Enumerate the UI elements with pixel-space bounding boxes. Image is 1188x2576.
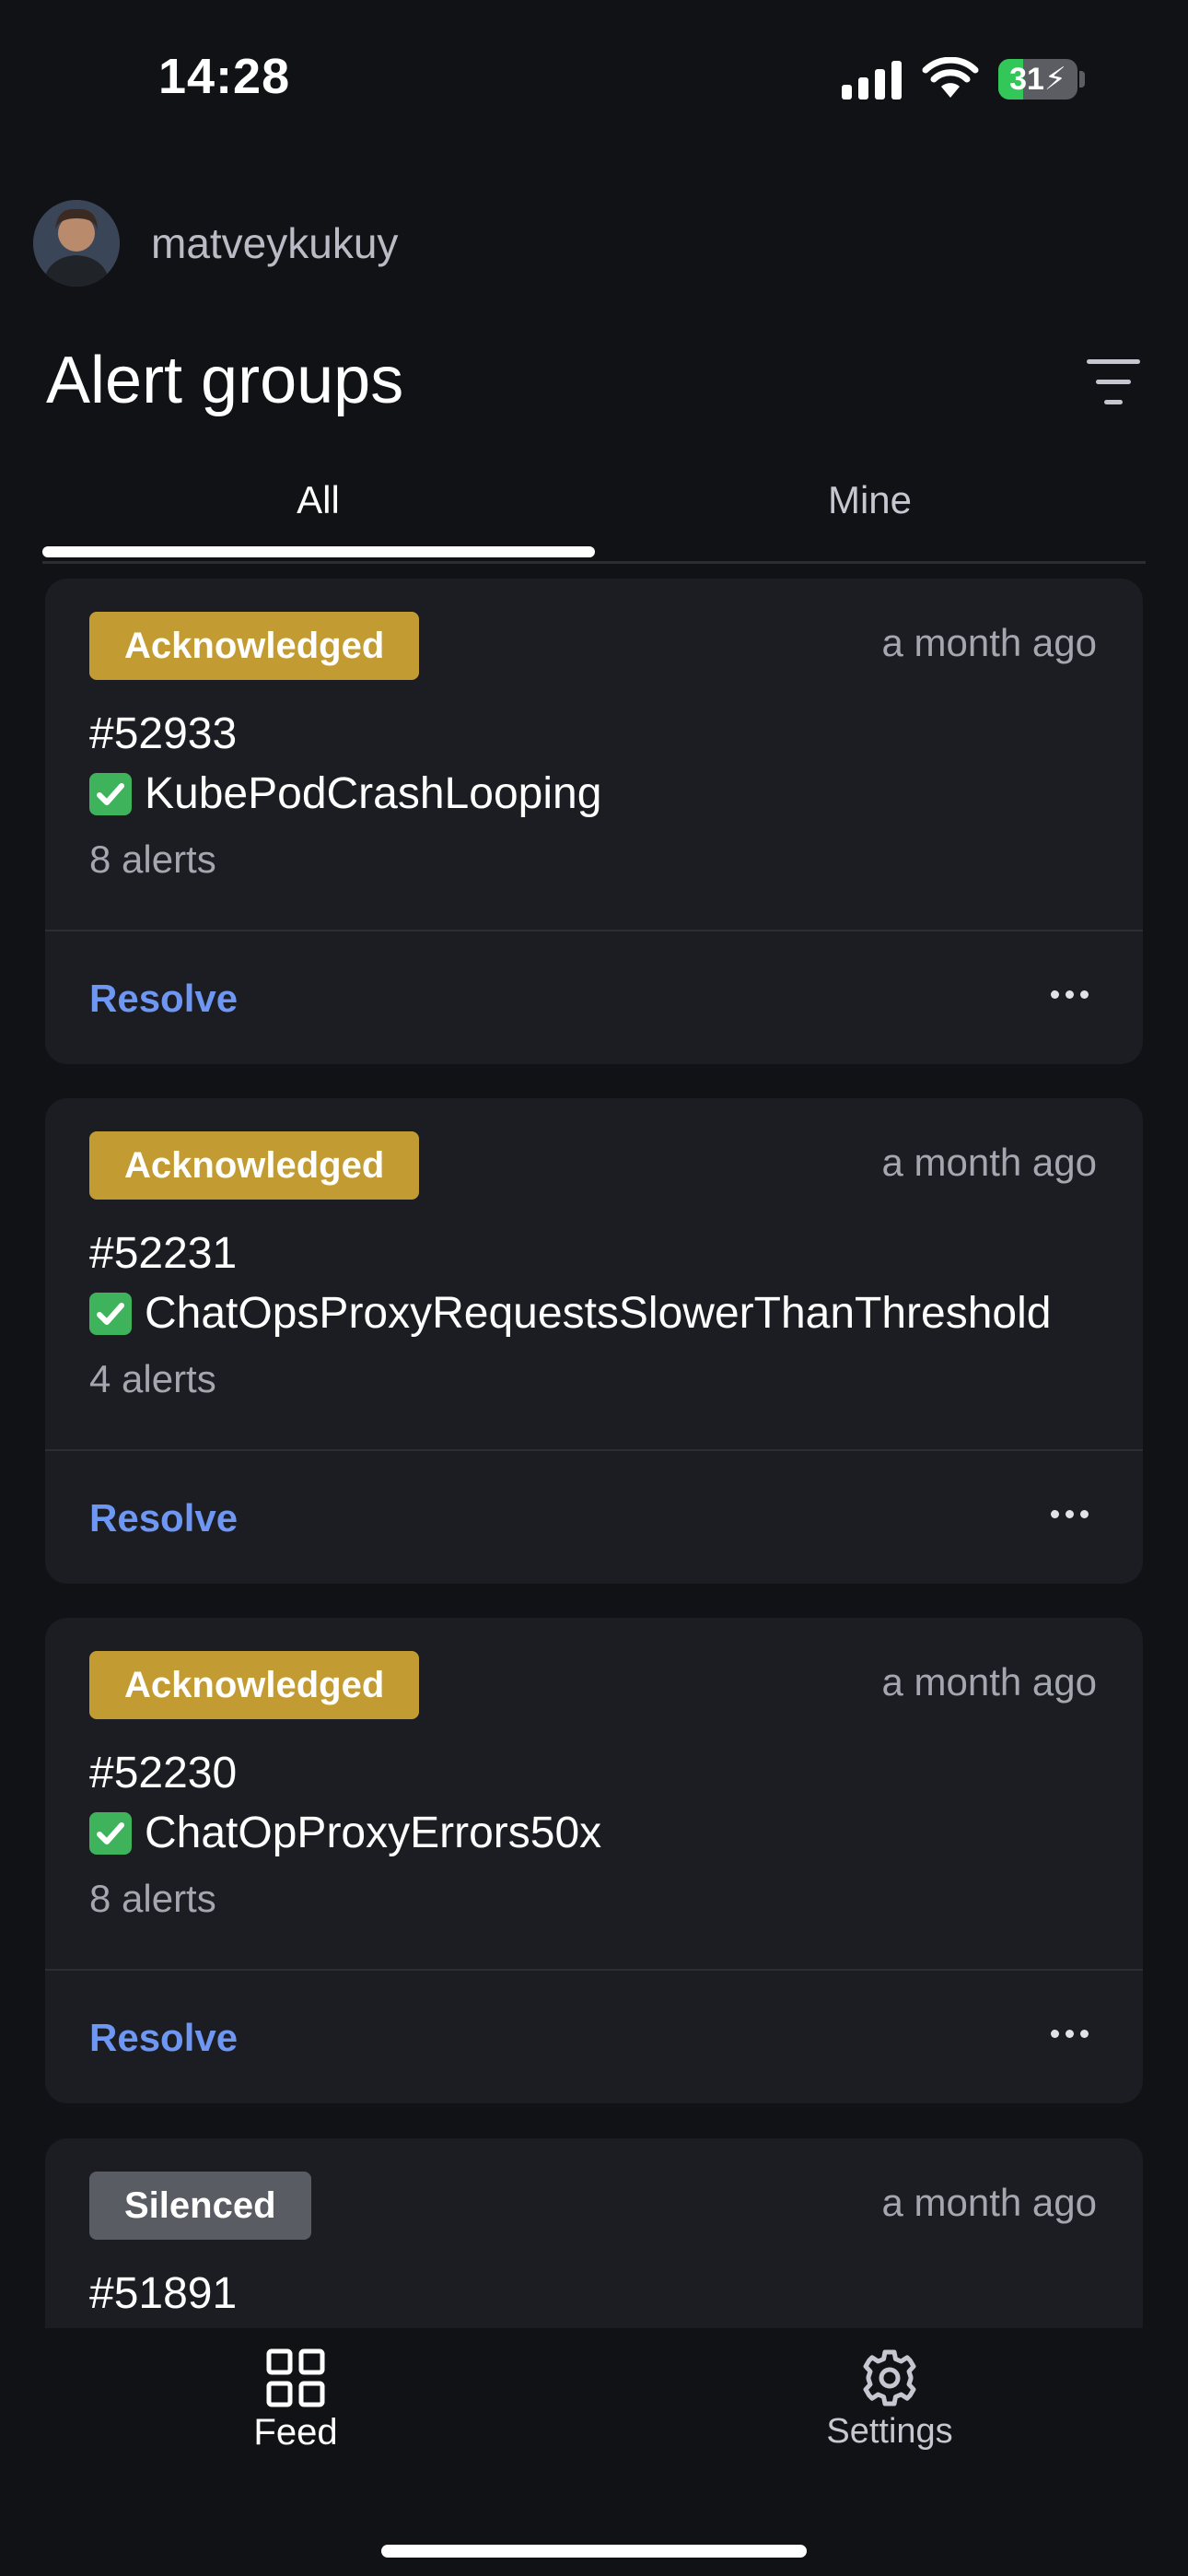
filter-icon[interactable] — [1087, 359, 1142, 407]
alert-group-id: #52230 — [89, 1749, 238, 1797]
alert-count: 8 alerts — [89, 1877, 216, 1920]
nav-settings[interactable]: Settings — [779, 2348, 1000, 2452]
status-badge: Acknowledged — [89, 612, 420, 680]
card-divider — [45, 1449, 1143, 1451]
resolve-button[interactable]: Resolve — [89, 2016, 238, 2060]
alert-group-list[interactable]: Acknowledged a month ago #52933 KubePodC… — [0, 579, 1188, 2329]
alert-group-card[interactable]: Acknowledged a month ago #52230 ChatOpPr… — [45, 1618, 1143, 2103]
alert-group-title: ChatOpsProxyRequestsSlowerThanThreshold — [145, 1289, 1052, 1338]
gear-icon — [863, 2349, 916, 2406]
alert-time: a month ago — [881, 1660, 1097, 1704]
alert-group-name: ChatOpsProxyRequestsSlowerThanThreshold — [89, 1288, 1051, 1339]
nav-feed-label: Feed — [253, 2412, 338, 2453]
check-mark-icon — [89, 772, 132, 815]
alert-group-card[interactable]: Acknowledged a month ago #52231 ChatOpsP… — [45, 1098, 1143, 1584]
battery-nub — [1079, 71, 1085, 88]
tab-selected-indicator — [42, 546, 595, 557]
status-badge: Acknowledged — [89, 1131, 420, 1200]
alert-group-title: ChatOpProxyErrors50x — [145, 1809, 602, 1857]
status-time: 14:28 — [158, 49, 291, 104]
page-title: Alert groups — [46, 344, 404, 417]
nav-feed[interactable]: Feed — [185, 2348, 406, 2453]
home-indicator[interactable] — [381, 2545, 807, 2558]
alert-group-title: KubePodCrashLooping — [145, 769, 602, 818]
resolve-button[interactable]: Resolve — [89, 977, 238, 1021]
alert-group-card[interactable]: Acknowledged a month ago #52933 KubePodC… — [45, 579, 1143, 1064]
bottom-navigation: Feed Settings — [0, 2328, 1188, 2576]
check-mark-icon — [89, 1811, 132, 1855]
cellular-signal-icon — [842, 61, 903, 100]
alert-count: 4 alerts — [89, 1357, 216, 1400]
avatar[interactable] — [33, 200, 120, 287]
tab-bar-filters: All Mine — [42, 465, 1146, 564]
nav-settings-label: Settings — [826, 2412, 953, 2451]
resolve-button[interactable]: Resolve — [89, 1496, 238, 1540]
alert-time: a month ago — [881, 2181, 1097, 2224]
alert-group-id: #52231 — [89, 1229, 238, 1278]
status-bar: 14:28 31⚡ — [0, 0, 1188, 157]
grid-icon — [266, 2348, 325, 2407]
card-divider — [45, 930, 1143, 931]
username: matveykukuy — [151, 219, 399, 267]
alert-time: a month ago — [881, 621, 1097, 664]
alert-group-card[interactable]: Silenced a month ago #51891 — [45, 2138, 1143, 2329]
more-options-icon[interactable] — [1051, 985, 1089, 1003]
alert-count: 8 alerts — [89, 837, 216, 881]
alert-group-id: #51891 — [89, 2269, 238, 2318]
user-row[interactable]: matveykukuy — [33, 199, 398, 287]
status-badge: Silenced — [89, 2172, 311, 2240]
status-badge: Acknowledged — [89, 1651, 420, 1719]
tab-all[interactable]: All — [42, 478, 594, 522]
tab-mine[interactable]: Mine — [594, 478, 1146, 522]
more-options-icon[interactable] — [1051, 1505, 1089, 1523]
more-options-icon[interactable] — [1051, 2024, 1089, 2043]
battery-charging-icon: 31⚡ — [998, 59, 1077, 100]
alert-group-name: KubePodCrashLooping — [89, 768, 601, 819]
wifi-icon — [922, 57, 979, 98]
card-divider — [45, 1969, 1143, 1971]
check-mark-icon — [89, 1292, 132, 1335]
battery-percent: 31 — [1009, 62, 1044, 97]
charging-bolt-icon: ⚡ — [1043, 62, 1066, 97]
alert-time: a month ago — [881, 1141, 1097, 1184]
alert-group-id: #52933 — [89, 709, 238, 758]
alert-group-name: ChatOpProxyErrors50x — [89, 1808, 601, 1858]
